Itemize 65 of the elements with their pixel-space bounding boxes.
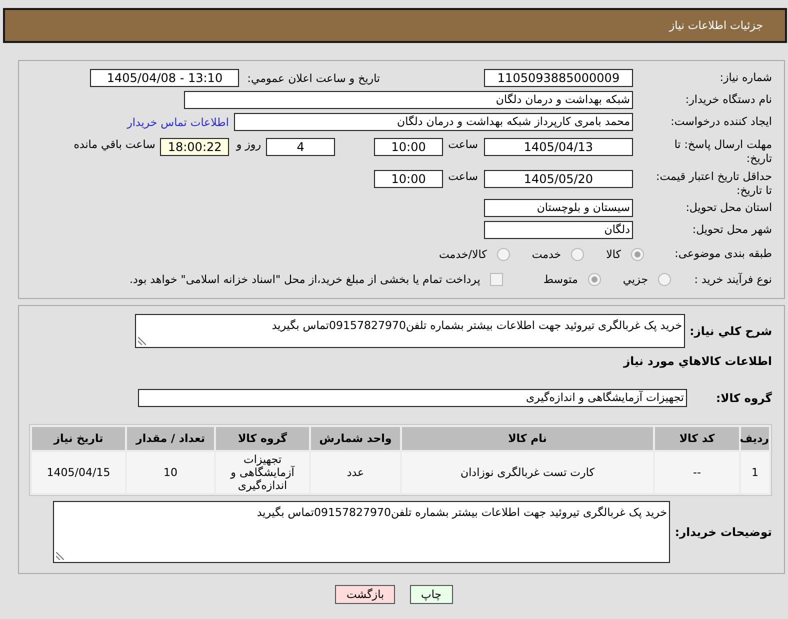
table-cell: کارت تست غربالگری نوزادان bbox=[402, 452, 653, 493]
city-field[interactable]: دلگان bbox=[484, 221, 633, 239]
radio-button[interactable] bbox=[571, 248, 584, 260]
section-title: اطلاعات کالاهاي مورد نياز bbox=[624, 354, 772, 368]
radio-label: کالا bbox=[606, 248, 621, 260]
field-label: تاریخ و ساعت اعلان عمومي: bbox=[247, 72, 380, 84]
field-label: مهلت ارسال پاسخ: تا تاریخ: bbox=[674, 138, 772, 165]
field-label: نوع فرآیند خرید : bbox=[694, 272, 772, 286]
field-label: شهر محل تحویل: bbox=[692, 223, 772, 236]
field-label: روز و bbox=[236, 138, 262, 151]
table-cell: تجهیزات آزمایشگاهی و اندازه‌گیری bbox=[216, 452, 309, 493]
requester-field[interactable]: محمد بامری کارپرداز شبکه بهداشت و درمان دلگان bbox=[234, 113, 633, 131]
radio-label: خدمت bbox=[532, 248, 562, 260]
validity-date-field[interactable]: 1405/05/20 bbox=[484, 170, 633, 188]
table-cell: -- bbox=[655, 452, 739, 493]
table-cell: 1 bbox=[741, 452, 769, 493]
resize-grip-icon[interactable] bbox=[138, 337, 146, 345]
print-button[interactable]: چاپ bbox=[410, 585, 453, 604]
field-label: شرح کلي نياز: bbox=[690, 324, 772, 338]
page-title: جزئیات اطلاعات نیاز bbox=[669, 19, 763, 32]
table-cell: عدد bbox=[311, 452, 400, 493]
radio-button[interactable] bbox=[496, 248, 510, 260]
radio-button[interactable] bbox=[658, 273, 671, 286]
radio-label: متوسط bbox=[543, 273, 578, 286]
column-header: ردیف bbox=[741, 427, 769, 450]
radio-label: جزيي bbox=[622, 273, 648, 286]
column-header: تاریخ نیاز bbox=[32, 427, 125, 450]
goods-group-field[interactable]: تجهیزات آزمایشگاهی و اندازه‌گیری bbox=[138, 389, 687, 407]
radio-button[interactable] bbox=[588, 273, 601, 286]
column-header: واحد شمارش bbox=[311, 427, 400, 450]
column-header: گروه کالا bbox=[216, 427, 309, 450]
field-label: حداقل تاریخ اعتبار قیمت: تا تاریخ: bbox=[656, 170, 772, 197]
field-label: شماره نیاز: bbox=[720, 71, 772, 84]
deadline-time-field[interactable]: 10:00 bbox=[374, 138, 444, 156]
table-cell: 10 bbox=[127, 452, 214, 493]
description-field[interactable]: خرید پک غربالگری تیروئید جهت اطلاعات بیشتر بشماره تلفن09157827970تماس بگیرید bbox=[135, 314, 685, 348]
column-header: نام کالا bbox=[402, 427, 653, 450]
field-label: ساعت باقي مانده bbox=[74, 138, 156, 151]
radio-label: کالا/خدمت bbox=[439, 248, 487, 260]
field-label: استان محل تحویل: bbox=[686, 201, 772, 214]
deadline-date-field[interactable]: 1405/04/13 bbox=[484, 138, 633, 156]
province-field[interactable]: سیستان و بلوچستان bbox=[484, 199, 633, 217]
field-label: ساعت bbox=[448, 170, 478, 183]
radio-button[interactable] bbox=[631, 248, 644, 260]
field-label: ساعت bbox=[448, 138, 478, 151]
back-button[interactable]: بازگشت bbox=[335, 585, 396, 604]
buyer-name-field[interactable]: شبکه بهداشت و درمان دلگان bbox=[184, 91, 633, 109]
checkbox[interactable] bbox=[490, 273, 504, 286]
time-left-field[interactable]: 18:00:22 bbox=[160, 138, 230, 156]
announce-date-field[interactable]: 1405/04/08 - 13:10 bbox=[90, 69, 240, 87]
field-label: گروه کالا: bbox=[716, 390, 772, 404]
buyer-notes-field[interactable]: خرید پک غربالگری تیروئید جهت اطلاعات بیشتر بشماره تلفن09157827970تماس بگیرید bbox=[53, 501, 670, 563]
validity-time-field[interactable]: 10:00 bbox=[374, 170, 444, 188]
column-header: تعداد / مقدار bbox=[127, 427, 214, 450]
field-label: طبقه بندی موضوعی: bbox=[674, 247, 772, 260]
table-cell: 1405/04/15 bbox=[32, 452, 125, 493]
field-label: نام دستگاه خریدار: bbox=[685, 93, 772, 106]
field-label: توضیحات خریدار: bbox=[674, 524, 772, 538]
column-header: کد کالا bbox=[655, 427, 739, 450]
field-label: ایجاد کننده درخواست: bbox=[670, 115, 772, 128]
resize-grip-icon[interactable] bbox=[56, 552, 64, 560]
days-left-field[interactable]: 4 bbox=[266, 138, 336, 156]
contact-link[interactable]: اطلاعات تماس خریدار bbox=[127, 116, 229, 128]
need-number-field[interactable]: 1105093885000009 bbox=[484, 69, 633, 87]
checkbox-label: پرداخت تمام یا بخشی از مبلغ خرید،از محل "اسناد خزانه اسلامی" خواهد بود. bbox=[130, 273, 480, 286]
